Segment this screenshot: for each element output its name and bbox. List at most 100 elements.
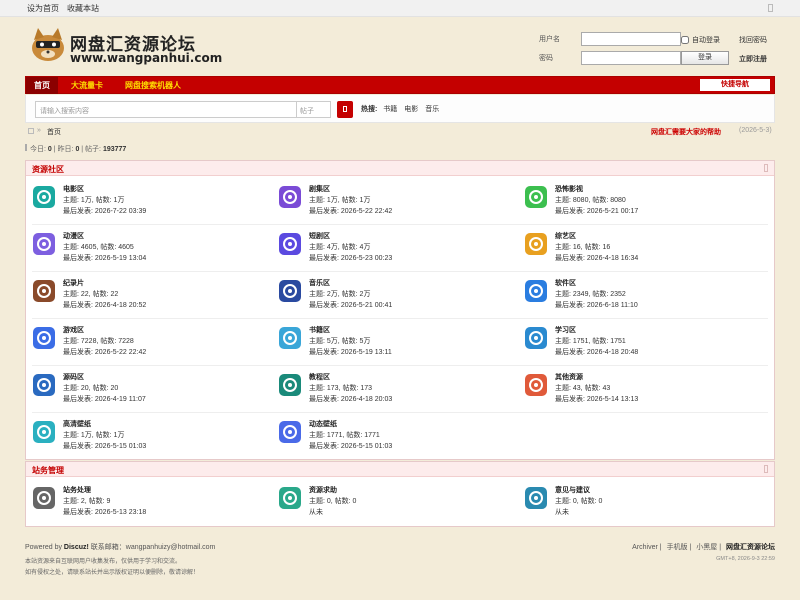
- headphones-icon[interactable]: [279, 280, 301, 302]
- forum-last-post[interactable]: 最后发表: 2026-5-19 13:11: [309, 347, 392, 357]
- nav-search-bot[interactable]: 网盘搜索机器人: [117, 77, 189, 94]
- feedback-icon[interactable]: [525, 487, 547, 509]
- forum-name[interactable]: 资源求助: [309, 485, 337, 495]
- ghost-icon[interactable]: [525, 186, 547, 208]
- study-icon[interactable]: [525, 327, 547, 349]
- breadcrumb-separator: »: [37, 127, 41, 134]
- gamepad-icon[interactable]: [33, 327, 55, 349]
- mobile-link[interactable]: 手机版: [667, 544, 688, 551]
- forum-stats: 今日: 0 | 昨日: 0 | 帖子: 193777: [25, 144, 775, 155]
- admin-icon[interactable]: [33, 487, 55, 509]
- site-name-link[interactable]: 网盘汇资源论坛: [726, 544, 775, 551]
- code-icon[interactable]: [33, 374, 55, 396]
- auto-login-checkbox[interactable]: [681, 36, 689, 44]
- home-icon[interactable]: [28, 128, 34, 134]
- tv-icon[interactable]: [279, 186, 301, 208]
- section-title[interactable]: 站务管理: [32, 465, 64, 476]
- quick-nav-button[interactable]: 快捷导航: [700, 79, 770, 91]
- forum-last-post[interactable]: 最后发表: 2026-5-15 01:03: [63, 441, 146, 451]
- collapse-icon[interactable]: [764, 465, 768, 473]
- hot-search-item[interactable]: 书籍: [383, 106, 397, 113]
- forum-name[interactable]: 剧集区: [309, 184, 330, 194]
- forum-name[interactable]: 意见与建议: [555, 485, 590, 495]
- forum-name[interactable]: 恐怖影视: [555, 184, 583, 194]
- search-scope-select[interactable]: 帖子: [297, 101, 331, 118]
- forum-name[interactable]: 教程区: [309, 372, 330, 382]
- forum-last-post[interactable]: 最后发表: 2026-5-21 00:17: [555, 206, 638, 216]
- search-input[interactable]: 请输入搜索内容: [35, 101, 297, 118]
- forum-last-post[interactable]: 最后发表: 2026-7-22 03:39: [63, 206, 146, 216]
- forum-name[interactable]: 短剧区: [309, 231, 330, 241]
- forum-name[interactable]: 动漫区: [63, 231, 84, 241]
- forum-last-post[interactable]: 最后发表: 2026-5-19 13:04: [63, 253, 146, 263]
- auto-login[interactable]: 自动登录: [681, 35, 720, 45]
- forum-cell: 游戏区 主题: 7228, 帖数: 7228 最后发表: 2026-5-22 22:…: [26, 321, 272, 367]
- blackroom-link[interactable]: 小黑屋: [696, 544, 717, 551]
- username-input[interactable]: [581, 32, 681, 46]
- password-input[interactable]: [581, 51, 681, 65]
- site-notice-link[interactable]: 网盘汇需要大家的帮助: [651, 127, 721, 137]
- hot-search-item[interactable]: 电影: [404, 106, 418, 113]
- forum-cell: 意见与建议 主题: 0, 帖数: 0 从未: [518, 481, 764, 527]
- film-reel-icon[interactable]: [33, 186, 55, 208]
- login-button[interactable]: 登录: [681, 51, 729, 65]
- forum-name[interactable]: 高清壁纸: [63, 419, 91, 429]
- wallpaper-icon[interactable]: [33, 421, 55, 443]
- forum-name[interactable]: 纪录片: [63, 278, 84, 288]
- contact-email[interactable]: 联系邮箱：wangpanhuizy@hotmail.com: [91, 544, 216, 551]
- forum-last-post[interactable]: 最后发表: 2026-5-15 01:03: [309, 441, 392, 451]
- register-link[interactable]: 立即注册: [739, 54, 767, 64]
- forum-name[interactable]: 软件区: [555, 278, 576, 288]
- software-icon[interactable]: [525, 280, 547, 302]
- forum-last-post[interactable]: 从未: [555, 507, 569, 517]
- forum-last-post[interactable]: 最后发表: 2026-5-14 13:13: [555, 394, 638, 404]
- discuz-link[interactable]: Discuz!: [64, 544, 89, 551]
- forgot-password-link[interactable]: 找回密码: [739, 35, 767, 45]
- forum-name[interactable]: 其他资源: [555, 372, 583, 382]
- forum-last-post[interactable]: 最后发表: 2026-4-18 20:03: [309, 394, 392, 404]
- forum-last-post[interactable]: 最后发表: 2026-4-18 16:34: [555, 253, 638, 263]
- section-title[interactable]: 资源社区: [32, 164, 64, 175]
- book-icon[interactable]: [279, 327, 301, 349]
- forum-last-post[interactable]: 最后发表: 2026-5-23 00:23: [309, 253, 392, 263]
- forum-last-post[interactable]: 最后发表: 2026-5-13 23:18: [63, 507, 146, 517]
- help-icon[interactable]: [279, 487, 301, 509]
- video-play-icon[interactable]: [279, 233, 301, 255]
- other-icon[interactable]: [525, 374, 547, 396]
- forum-name[interactable]: 书籍区: [309, 325, 330, 335]
- forum-name[interactable]: 游戏区: [63, 325, 84, 335]
- forum-last-post[interactable]: 最后发表: 2026-6-18 11:10: [555, 300, 638, 310]
- forum-last-post[interactable]: 最后发表: 2026-4-18 20:52: [63, 300, 146, 310]
- set-home-link[interactable]: 设为首页: [27, 3, 59, 14]
- forum-last-post[interactable]: 最后发表: 2026-4-19 11:07: [63, 394, 146, 404]
- forum-name[interactable]: 源码区: [63, 372, 84, 382]
- forum-name[interactable]: 综艺区: [555, 231, 576, 241]
- anime-icon[interactable]: [33, 233, 55, 255]
- collapse-icon[interactable]: [764, 164, 768, 172]
- tutorial-icon[interactable]: [279, 374, 301, 396]
- topbar-toggle-icon[interactable]: [768, 4, 773, 12]
- forum-name[interactable]: 学习区: [555, 325, 576, 335]
- search-button[interactable]: [337, 101, 353, 118]
- forum-name[interactable]: 电影区: [63, 184, 84, 194]
- variety-icon[interactable]: [525, 233, 547, 255]
- bookmark-link[interactable]: 收藏本站: [67, 3, 99, 14]
- forum-name[interactable]: 站务处理: [63, 485, 91, 495]
- nav-data-card[interactable]: 大流量卡: [63, 77, 111, 94]
- archiver-link[interactable]: Archiver: [632, 544, 658, 551]
- forum-last-post[interactable]: 最后发表: 2026-5-22 22:42: [63, 347, 146, 357]
- forum-name[interactable]: 音乐区: [309, 278, 330, 288]
- password-row: 密码: [539, 51, 681, 65]
- forum-last-post[interactable]: 最后发表: 2026-5-21 00:41: [309, 300, 392, 310]
- camera-icon[interactable]: [33, 280, 55, 302]
- forum-name[interactable]: 动态壁纸: [309, 419, 337, 429]
- forum-last-post[interactable]: 最后发表: 2026-5-22 22:42: [309, 206, 392, 216]
- forum-last-post[interactable]: 从未: [309, 507, 323, 517]
- forum-last-post[interactable]: 最后发表: 2026-4-18 20:48: [555, 347, 638, 357]
- breadcrumb-current[interactable]: 首页: [47, 127, 61, 137]
- section-resources: 资源社区 电影区 主题: 1万, 帖数: 1万 最后发表: 2026-7-22 03…: [25, 160, 775, 460]
- live-wallpaper-icon[interactable]: [279, 421, 301, 443]
- site-logo[interactable]: 网盘汇资源论坛 www.wangpanhui.com: [28, 26, 222, 65]
- hot-search-item[interactable]: 音乐: [425, 106, 439, 113]
- nav-home[interactable]: 首页: [26, 77, 58, 94]
